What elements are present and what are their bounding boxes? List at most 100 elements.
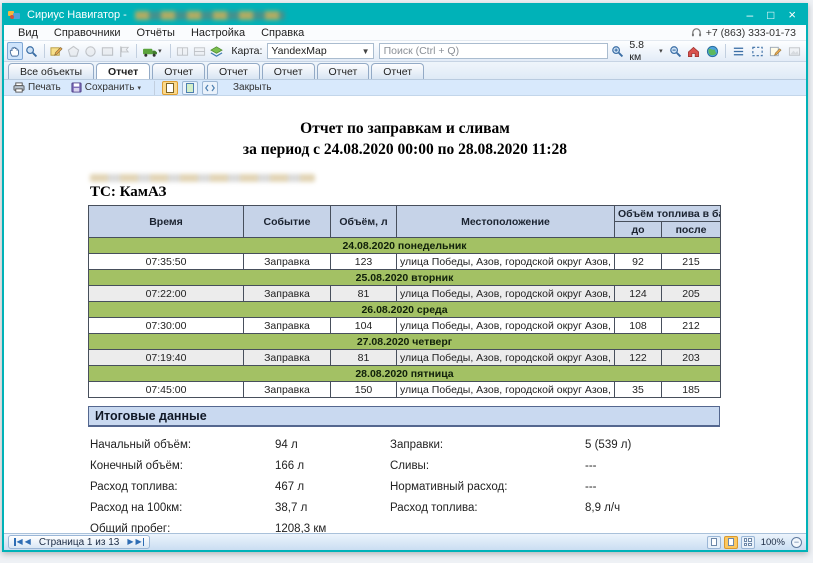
menu-item-3[interactable]: Настройка — [183, 26, 253, 40]
totals-left-label: Расход топлива: — [90, 481, 275, 493]
minimize-button[interactable]: – — [746, 9, 753, 21]
totals-right-value: --- — [585, 481, 722, 493]
track-list-button[interactable] — [730, 42, 748, 60]
image-button[interactable] — [786, 42, 804, 60]
truck-icon — [142, 45, 158, 58]
home-button[interactable] — [685, 42, 703, 60]
table-cell: 123 — [331, 254, 397, 270]
tab-6[interactable]: Отчет — [371, 63, 424, 79]
image-icon — [788, 45, 801, 58]
last-page-button[interactable]: ▶ — [135, 538, 145, 546]
zoom-out-icon — [669, 45, 682, 58]
tab-3[interactable]: Отчет — [207, 63, 260, 79]
globe-button[interactable] — [704, 42, 722, 60]
list-icon — [732, 45, 745, 58]
toolbar-separator — [154, 81, 155, 95]
save-button[interactable]: Сохранить ▾ — [68, 81, 147, 95]
col-header-before: до — [615, 222, 662, 238]
layout-multi-page-button[interactable] — [741, 536, 755, 549]
close-report-button[interactable]: Закрыть — [230, 81, 275, 95]
table-cell: 122 — [615, 350, 662, 366]
totals-right-label: Заправки: — [390, 439, 585, 451]
pan-tool-button[interactable] — [7, 42, 23, 60]
view-single-page-button[interactable] — [162, 81, 178, 95]
tab-1[interactable]: Отчет — [96, 63, 150, 79]
map-label: Карта: — [231, 45, 262, 57]
table-cell: улица Победы, Азов, городской округ Азов… — [397, 318, 615, 334]
table-cell: Заправка — [244, 254, 331, 270]
toolbar-separator — [170, 44, 171, 58]
zoom-out-button[interactable] — [667, 42, 685, 60]
flag-tool-button[interactable] — [116, 42, 132, 60]
rectangle-tool-button[interactable] — [99, 42, 115, 60]
layout-one-page-button[interactable] — [707, 536, 721, 549]
map-select[interactable]: YandexMap ▼ — [267, 43, 373, 59]
view-whole-page-button[interactable] — [182, 81, 198, 95]
globe-icon — [706, 45, 719, 58]
table-cell: 07:30:00 — [89, 318, 244, 334]
first-page-button[interactable]: ◀ — [13, 538, 23, 546]
col-header-location: Местоположение — [397, 206, 615, 238]
prev-page-button[interactable]: ◀ — [25, 538, 31, 546]
whole-page-icon — [186, 83, 194, 93]
close-report-label: Закрыть — [233, 82, 272, 93]
split-panels-icon — [176, 45, 189, 58]
note-pencil-icon — [769, 45, 782, 58]
date-band-label: 25.08.2020 вторник — [89, 270, 721, 286]
toolbar-separator — [136, 44, 137, 58]
draw-route-button[interactable] — [49, 42, 65, 60]
tab-4[interactable]: Отчет — [262, 63, 315, 79]
close-button[interactable]: × — [788, 9, 796, 21]
vehicle-menu-button[interactable]: ▾ — [141, 42, 166, 60]
page-indicator: Страница 1 из 13 — [39, 537, 120, 548]
layout-two-page-button[interactable] — [724, 536, 738, 549]
circle-tool-button[interactable] — [82, 42, 98, 60]
polygon-tool-button[interactable] — [66, 42, 82, 60]
next-page-button[interactable]: ▶ — [127, 538, 133, 546]
print-button[interactable]: Печать — [10, 81, 64, 95]
zoom-level: 100% — [761, 537, 785, 548]
menu-item-1[interactable]: Справочники — [46, 26, 129, 40]
date-band-row: 26.08.2020 среда — [89, 302, 721, 318]
tab-0[interactable]: Все объекты — [8, 63, 94, 79]
date-band-row: 27.08.2020 четверг — [89, 334, 721, 350]
toolbar-separator — [44, 44, 45, 58]
select-area-button[interactable] — [749, 42, 767, 60]
fit-width-icon — [205, 84, 215, 92]
menu-item-4[interactable]: Справка — [253, 26, 312, 40]
scale-caret-icon[interactable]: ▾ — [659, 47, 663, 55]
fit-width-button[interactable] — [202, 81, 218, 95]
menu-item-2[interactable]: Отчёты — [129, 26, 183, 40]
tab-2[interactable]: Отчет — [152, 63, 205, 79]
title-bar: Сириус Навигатор - – □ × — [4, 5, 806, 25]
zoom-in-button[interactable] — [609, 42, 627, 60]
support-phone: +7 (863) 333-01-73 — [691, 27, 800, 39]
zoom-out-circle-button[interactable]: − — [791, 537, 802, 548]
selection-icon — [751, 45, 764, 58]
split-panels-2-icon — [193, 45, 206, 58]
redacted-title-text — [135, 11, 285, 20]
rectangle-icon — [101, 45, 114, 58]
maximize-button[interactable]: □ — [767, 9, 774, 21]
table-row: 07:35:50Заправка123улица Победы, Азов, г… — [89, 254, 721, 270]
save-caret-icon: ▾ — [137, 84, 141, 92]
table-cell: 81 — [331, 350, 397, 366]
map-layers-button[interactable] — [209, 42, 225, 60]
search-input[interactable] — [379, 43, 608, 59]
totals-left-label: Общий пробег: — [90, 523, 275, 533]
table-cell: 215 — [662, 254, 721, 270]
table-cell: улица Победы, Азов, городской округ Азов… — [397, 286, 615, 302]
tab-5[interactable]: Отчет — [317, 63, 370, 79]
split-horizontal-button[interactable] — [175, 42, 191, 60]
menu-item-0[interactable]: Вид — [10, 26, 46, 40]
status-bar: ◀ ◀ Страница 1 из 13 ▶ ▶ 100% − — [4, 533, 806, 550]
zoom-in-icon — [611, 45, 624, 58]
split-vertical-button[interactable] — [192, 42, 208, 60]
printer-icon — [13, 82, 25, 93]
zoom-search-button[interactable] — [24, 42, 40, 60]
save-label: Сохранить — [85, 82, 135, 93]
print-label: Печать — [28, 82, 61, 93]
table-cell: улица Победы, Азов, городской округ Азов… — [397, 254, 615, 270]
edit-note-button[interactable] — [767, 42, 785, 60]
map-scale-value[interactable]: 5.8 км — [629, 39, 656, 63]
